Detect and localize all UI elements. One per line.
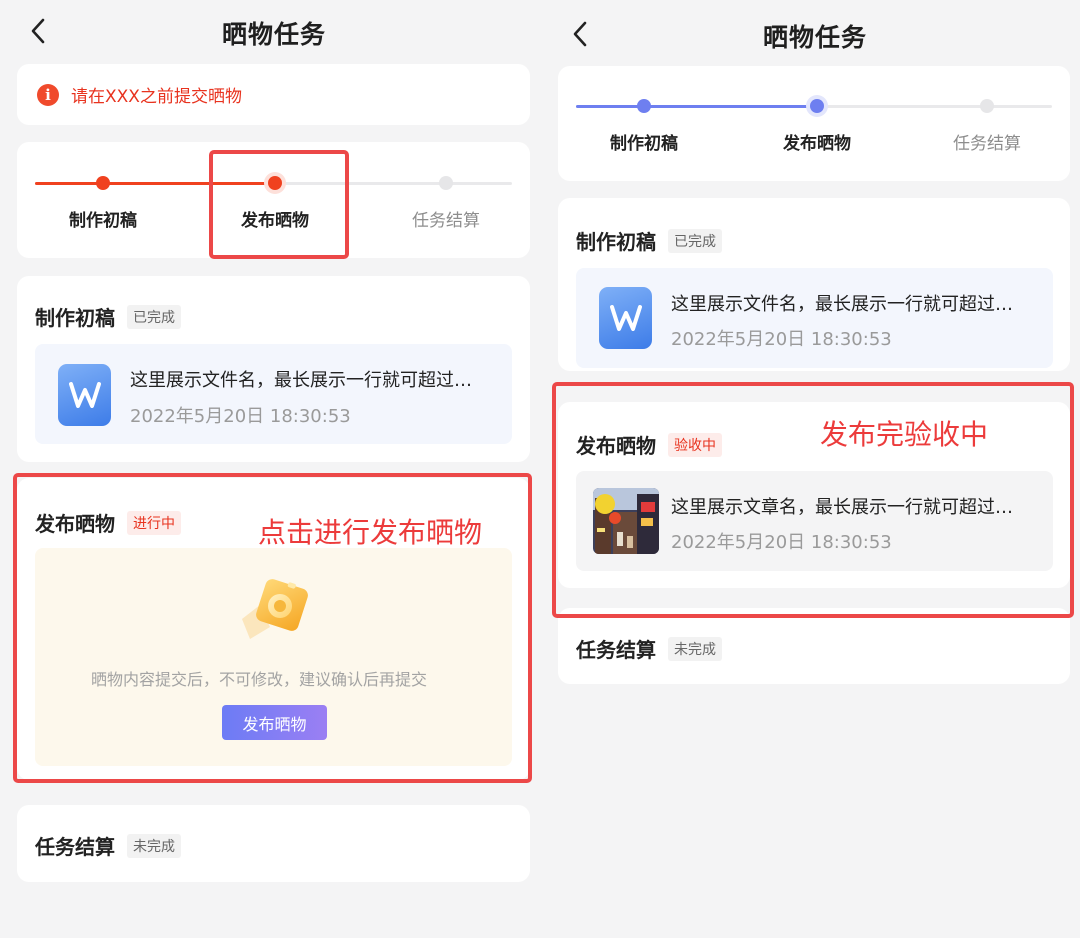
step-label-draft[interactable]: 制作初稿 — [610, 129, 678, 154]
file-name: 这里展示文件名，最长展示一行就可超过… — [130, 370, 472, 391]
publish-post-item[interactable]: 这里展示文章名，最长展示一行就可超过… 2022年5月20日 18:30:53 — [576, 471, 1053, 571]
file-time: 2022年5月20日 18:30:53 — [671, 329, 892, 350]
left-screen: 晒物任务 i 请在XXX之前提交晒物 制作初稿 发布晒物 任务结算 制作初稿 已… — [0, 0, 540, 938]
word-doc-icon — [58, 364, 111, 426]
draft-section-title: 制作初稿 已完成 — [576, 226, 722, 255]
publish-section-title: 发布晒物 验收中 — [576, 430, 722, 459]
status-badge: 未完成 — [127, 833, 181, 858]
publish-title: 发布晒物 — [35, 512, 115, 536]
step-label-settle[interactable]: 任务结算 — [953, 129, 1021, 154]
status-badge: 进行中 — [127, 510, 181, 535]
back-button[interactable] — [563, 17, 597, 51]
settle-title: 任务结算 — [35, 835, 115, 859]
publish-hint: 晒物内容提交后，不可修改，建议确认后再提交 — [91, 670, 428, 689]
publish-button[interactable]: 发布晒物 — [222, 705, 327, 740]
step-dot-draft — [96, 176, 110, 190]
settle-section-title: 任务结算 未完成 — [35, 831, 181, 860]
post-name: 这里展示文章名，最长展示一行就可超过… — [671, 497, 1013, 518]
draft-card: 制作初稿 已完成 这里展示文件名，最长展示一行就可超过… 2022年5月20日 … — [558, 198, 1070, 371]
chevron-left-icon — [31, 18, 45, 44]
draft-title: 制作初稿 — [576, 230, 656, 254]
step-label-publish[interactable]: 发布晒物 — [783, 129, 851, 154]
street-photo-thumbnail — [593, 488, 659, 554]
step-label-settle[interactable]: 任务结算 — [412, 206, 480, 231]
status-badge: 已完成 — [668, 228, 722, 253]
draft-section-title: 制作初稿 已完成 — [35, 302, 181, 331]
back-button[interactable] — [21, 14, 55, 48]
right-screen: 晒物任务 制作初稿 发布晒物 任务结算 制作初稿 已完成 这里展示文件名，最长展… — [540, 0, 1080, 938]
settle-section-title: 任务结算 未完成 — [576, 634, 722, 663]
annotation-text: 点击进行发布晒物 — [258, 516, 483, 549]
progress-stepper: 制作初稿 发布晒物 任务结算 — [17, 142, 530, 258]
step-label-draft[interactable]: 制作初稿 — [69, 206, 137, 231]
stepper-progress — [35, 182, 275, 185]
draft-card: 制作初稿 已完成 这里展示文件名，最长展示一行就可超过… 2022年5月20日 … — [17, 276, 530, 462]
publish-section-title: 发布晒物 进行中 — [35, 508, 181, 537]
publish-empty-state: 晒物内容提交后，不可修改，建议确认后再提交 发布晒物 — [35, 548, 512, 766]
stepper-progress — [576, 105, 817, 108]
draft-title: 制作初稿 — [35, 306, 115, 330]
step-dot-settle — [980, 99, 994, 113]
status-badge: 已完成 — [127, 304, 181, 329]
info-icon: i — [37, 83, 59, 106]
status-badge: 验收中 — [668, 432, 722, 457]
progress-stepper: 制作初稿 发布晒物 任务结算 — [558, 66, 1070, 181]
step-dot-settle — [439, 176, 453, 190]
post-time: 2022年5月20日 18:30:53 — [671, 532, 892, 553]
status-badge: 未完成 — [668, 636, 722, 661]
step-dot-publish — [268, 176, 282, 190]
page-title: 晒物任务 — [763, 23, 868, 52]
step-dot-draft — [637, 99, 651, 113]
step-label-publish[interactable]: 发布晒物 — [241, 206, 309, 231]
draft-file-item[interactable]: 这里展示文件名，最长展示一行就可超过… 2022年5月20日 18:30:53 — [576, 268, 1053, 368]
publish-title: 发布晒物 — [576, 434, 656, 458]
annotation-text: 发布完验收中 — [820, 418, 989, 451]
page-title: 晒物任务 — [222, 20, 327, 49]
deadline-notice: i 请在XXX之前提交晒物 — [17, 64, 530, 125]
notice-text: 请在XXX之前提交晒物 — [71, 87, 242, 107]
file-time: 2022年5月20日 18:30:53 — [130, 406, 351, 427]
settle-card: 任务结算 未完成 — [17, 805, 530, 882]
settle-card: 任务结算 未完成 — [558, 608, 1070, 684]
step-dot-publish — [810, 99, 824, 113]
publish-card: 发布晒物 验收中 这里展示文章名，最长展示一行就可超过… 2022年5月20日 … — [558, 402, 1070, 588]
draft-file-item[interactable]: 这里展示文件名，最长展示一行就可超过… 2022年5月20日 18:30:53 — [35, 344, 512, 444]
camera-upload-icon — [242, 579, 308, 639]
chevron-left-icon — [573, 21, 587, 47]
file-name: 这里展示文件名，最长展示一行就可超过… — [671, 294, 1013, 315]
settle-title: 任务结算 — [576, 638, 656, 662]
word-doc-icon — [599, 287, 652, 349]
